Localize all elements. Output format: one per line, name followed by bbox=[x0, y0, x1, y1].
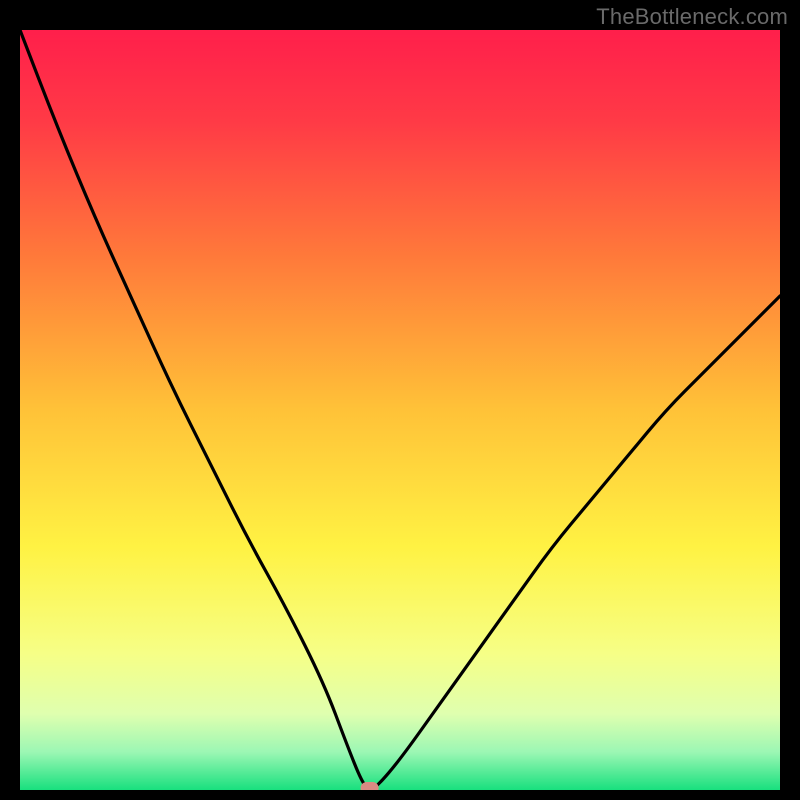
background-gradient bbox=[20, 30, 780, 790]
plot-area bbox=[20, 30, 780, 790]
chart-frame: TheBottleneck.com bbox=[0, 0, 800, 800]
watermark-text: TheBottleneck.com bbox=[596, 4, 788, 30]
